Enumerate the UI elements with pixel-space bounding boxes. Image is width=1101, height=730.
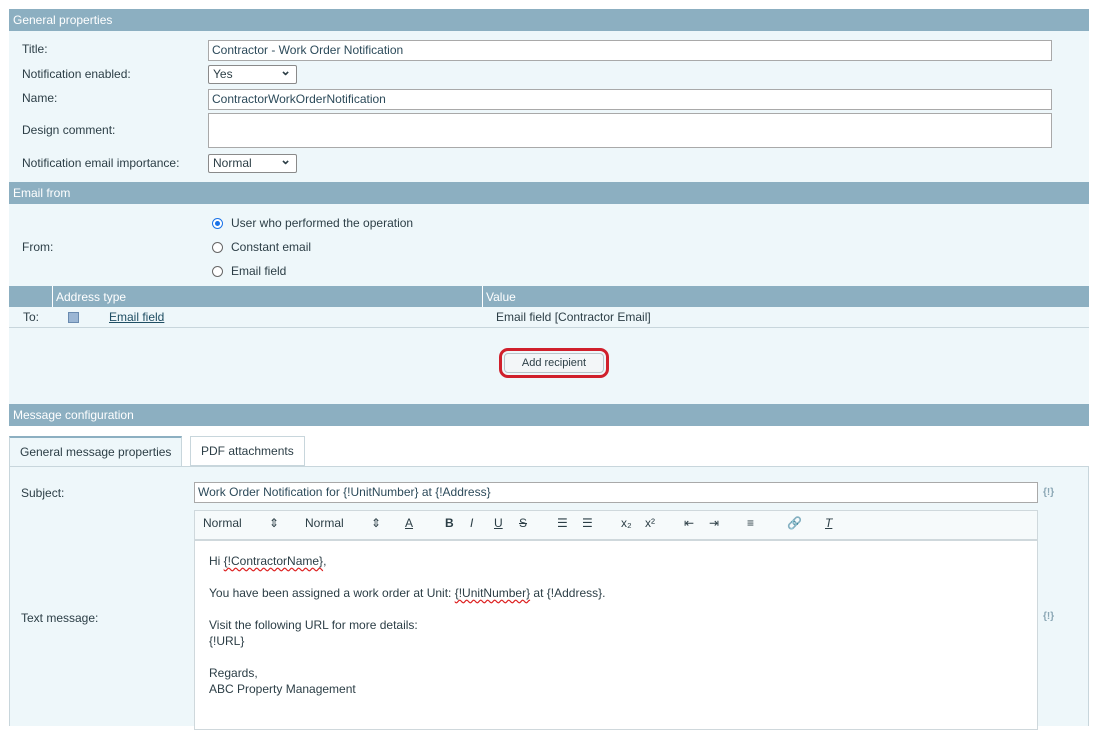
email-field-icon — [68, 312, 79, 323]
font-color-icon[interactable]: A — [405, 516, 413, 530]
radio-label: Constant email — [231, 240, 312, 254]
strikethrough-icon[interactable]: S — [519, 516, 527, 530]
radio-email-field[interactable]: Email field — [212, 264, 286, 278]
size-select[interactable]: Normal — [305, 516, 344, 530]
clear-format-icon[interactable]: T — [825, 516, 832, 530]
body-line: ABC Property Management — [209, 682, 356, 696]
insert-macro-icon[interactable]: {!} — [1043, 487, 1054, 498]
title-input[interactable]: Contractor - Work Order Notification — [208, 40, 1052, 61]
general-properties-panel: Title: Contractor - Work Order Notificat… — [9, 31, 1089, 182]
link-icon[interactable]: 🔗 — [787, 516, 802, 530]
message-panel: General message properties PDF attachmen… — [9, 426, 1089, 730]
body-line: Visit the following URL for more details… — [209, 618, 418, 632]
radio-label: Email field — [231, 264, 287, 278]
name-input[interactable]: ContractorWorkOrderNotification — [208, 89, 1052, 110]
general-properties-header: General properties — [9, 9, 1089, 31]
importance-label: Notification email importance: — [22, 156, 180, 170]
tab-pdf-attachments[interactable]: PDF attachments — [190, 436, 305, 466]
enabled-select[interactable]: Yes — [208, 63, 297, 84]
enabled-label: Notification enabled: — [22, 67, 131, 81]
outdent-icon[interactable]: ⇤ — [684, 516, 694, 530]
align-icon[interactable]: ≡ — [747, 516, 754, 530]
title-label: Title: — [22, 42, 48, 56]
recipient-prefix: To: — [23, 310, 40, 324]
recipient-value: Email field [Contractor Email] — [496, 310, 651, 324]
body-line: You have been assigned a work order at U… — [209, 586, 606, 600]
editor-toolbar: Normal ⇕ Normal ⇕ A B I U S ☰ ☰ x₂ x² ⇤ ⇥ … — [194, 510, 1038, 540]
radio-button[interactable] — [212, 241, 223, 253]
recipients-table-header: Address type Value — [9, 286, 1089, 308]
insert-macro-icon[interactable]: {!} — [1043, 611, 1054, 622]
radio-label: User who performed the operation — [231, 216, 414, 230]
italic-icon[interactable]: I — [470, 516, 473, 530]
indent-icon[interactable]: ⇥ — [709, 516, 719, 530]
chevron-updown-icon[interactable]: ⇕ — [371, 516, 381, 530]
subject-input[interactable]: Work Order Notification for {!UnitNumber… — [194, 482, 1038, 503]
email-from-header: Email from — [9, 182, 1089, 204]
message-configuration-header: Message configuration — [9, 404, 1089, 426]
add-recipient-label: Add recipient — [504, 353, 604, 373]
text-message-editor[interactable]: Hi {!ContractorName}, You have been assi… — [194, 540, 1038, 730]
radio-user-who-performed[interactable]: User who performed the operation — [212, 216, 413, 230]
add-recipient-button[interactable]: Add recipient — [499, 348, 609, 378]
body-line: {!URL} — [209, 634, 245, 648]
address-type-link[interactable]: Email field — [109, 307, 164, 328]
email-from-panel: From: User who performed the operation C… — [9, 204, 1089, 308]
format-select[interactable]: Normal — [203, 516, 242, 530]
recipients-panel: To: Email field Email field [Contractor … — [9, 307, 1089, 404]
recipient-row: To: Email field Email field [Contractor … — [9, 307, 1089, 328]
column-value: Value — [482, 286, 516, 308]
subscript-icon[interactable]: x₂ — [621, 516, 632, 530]
ordered-list-icon[interactable]: ☰ — [557, 516, 568, 530]
design-comment-textarea[interactable] — [208, 113, 1052, 148]
importance-select[interactable]: Normal — [208, 152, 297, 173]
body-line: Regards, — [209, 666, 258, 680]
tab-content: Subject: Work Order Notification for {!U… — [9, 466, 1089, 730]
subject-label: Subject: — [21, 486, 65, 500]
name-label: Name: — [22, 91, 58, 105]
bold-icon[interactable]: B — [445, 516, 454, 530]
radio-constant-email[interactable]: Constant email — [212, 240, 311, 254]
design-comment-label: Design comment: — [22, 123, 116, 137]
tab-general-message-properties[interactable]: General message properties — [9, 436, 183, 466]
superscript-icon[interactable]: x² — [645, 516, 655, 530]
from-label: From: — [22, 240, 54, 254]
column-address-type: Address type — [52, 286, 126, 308]
radio-button[interactable] — [212, 217, 223, 229]
chevron-updown-icon[interactable]: ⇕ — [269, 516, 279, 530]
text-message-label: Text message: — [21, 611, 99, 625]
bullet-list-icon[interactable]: ☰ — [582, 516, 593, 530]
underline-icon[interactable]: U — [494, 516, 503, 530]
body-line: Hi {!ContractorName}, — [209, 554, 327, 568]
radio-button[interactable] — [212, 265, 223, 277]
